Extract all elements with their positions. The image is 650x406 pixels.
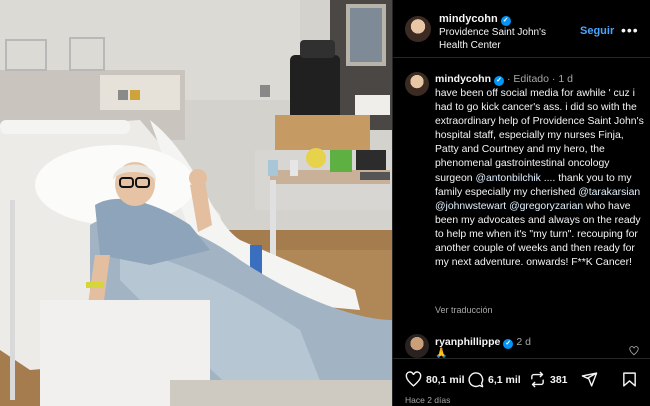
see-translation-link[interactable]: Ver traducción bbox=[435, 305, 493, 315]
heart-icon bbox=[405, 371, 422, 387]
bookmark-icon bbox=[623, 372, 636, 387]
edited-label: · Editado · bbox=[506, 73, 556, 85]
comment-age: 2 d bbox=[516, 336, 531, 348]
mention-gregoryzarian[interactable]: @gregoryzarian bbox=[509, 201, 583, 212]
instagram-post: mindycohn ✓ Providence Saint John's Healt… bbox=[0, 0, 650, 406]
comment-button[interactable]: 6,1 mil bbox=[467, 371, 521, 388]
verified-badge-icon: ✓ bbox=[494, 76, 505, 86]
repost-button[interactable]: 381 bbox=[529, 371, 568, 388]
post-location[interactable]: Providence Saint John's Health Center bbox=[439, 27, 569, 52]
mention-johnwstewart[interactable]: @johnwstewart bbox=[435, 201, 506, 212]
caption-username[interactable]: mindycohn bbox=[435, 73, 491, 85]
comment-item: ryanphillippe ✓ 2 d 🙏 bbox=[393, 328, 650, 359]
caption-avatar[interactable] bbox=[405, 72, 429, 96]
comment-count[interactable]: 6,1 mil bbox=[488, 374, 521, 386]
repost-icon bbox=[531, 371, 544, 388]
comment-like-heart-icon[interactable] bbox=[629, 346, 639, 356]
caption-text-1: have been off social media for awhile ' … bbox=[435, 88, 644, 184]
caption-meta: mindycohn ✓ · Editado · 1 d bbox=[435, 73, 573, 86]
post-timestamp[interactable]: Hace 2 días bbox=[405, 395, 450, 405]
caption-text: have been off social media for awhile ' … bbox=[435, 87, 647, 270]
commenter-username[interactable]: ryanphillippe bbox=[435, 336, 500, 348]
post-photo[interactable] bbox=[0, 0, 392, 406]
hospital-bed-photo bbox=[0, 0, 392, 406]
like-button[interactable]: 80,1 mil bbox=[405, 371, 465, 388]
mention-antonbilchik[interactable]: @antonbilchik bbox=[475, 173, 540, 184]
more-icon[interactable]: ••• bbox=[621, 22, 639, 38]
action-bar: 80,1 mil 6,1 mil 381 Hace 2 días bbox=[393, 358, 650, 406]
share-button[interactable] bbox=[581, 371, 598, 388]
caption-age: 1 d bbox=[558, 73, 573, 85]
post-caption: mindycohn ✓ · Editado · 1 d have been off… bbox=[393, 58, 650, 328]
verified-badge-icon: ✓ bbox=[503, 339, 514, 349]
author-username-text[interactable]: mindycohn bbox=[439, 13, 498, 25]
repost-count[interactable]: 381 bbox=[550, 374, 568, 386]
commenter-meta: ryanphillippe ✓ 2 d bbox=[435, 336, 531, 349]
post-header: mindycohn ✓ Providence Saint John's Healt… bbox=[393, 0, 650, 58]
like-count[interactable]: 80,1 mil bbox=[426, 374, 465, 386]
verified-badge-icon: ✓ bbox=[500, 16, 511, 26]
author-username[interactable]: mindycohn ✓ bbox=[439, 13, 511, 26]
commenter-avatar[interactable] bbox=[405, 334, 429, 358]
comment-icon bbox=[468, 372, 484, 388]
share-icon bbox=[581, 372, 598, 387]
post-side-panel: mindycohn ✓ Providence Saint John's Healt… bbox=[392, 0, 650, 406]
follow-button[interactable]: Seguir bbox=[580, 25, 614, 37]
save-button[interactable] bbox=[621, 371, 638, 388]
author-avatar[interactable] bbox=[405, 16, 431, 42]
mention-tarakarsian[interactable]: @tarakarsian bbox=[578, 187, 640, 198]
